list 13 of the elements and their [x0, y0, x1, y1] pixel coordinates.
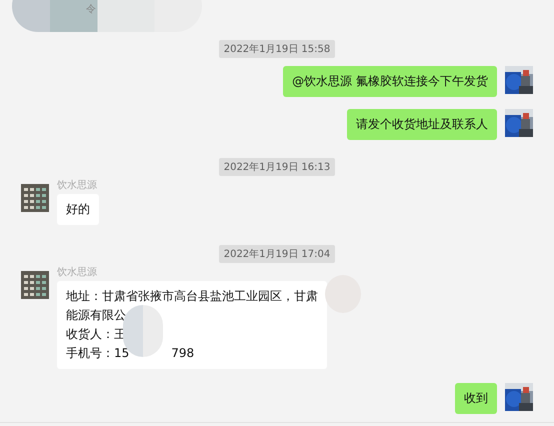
avatar — [21, 184, 49, 212]
timestamp: 2022年1月19日 15:58 — [218, 40, 336, 58]
sender-name: 饮水思源 — [57, 266, 97, 279]
message-bubble: 请发个收货地址及联系人 — [347, 109, 497, 140]
sender-name: 饮水思源 — [57, 178, 97, 192]
timestamp: 2022年1月19日 17:04 — [218, 245, 336, 263]
timestamp: 2022年1月19日 16:13 — [218, 158, 336, 176]
message-bubble: 好的 — [57, 194, 99, 225]
redaction-mark — [325, 275, 361, 313]
avatar — [21, 271, 49, 299]
message-bubble: @饮水思源 氟橡胶软连接今下午发货 — [283, 66, 497, 97]
message-fragment: 令 — [86, 3, 96, 16]
message-bubble: 收到 — [455, 383, 497, 414]
